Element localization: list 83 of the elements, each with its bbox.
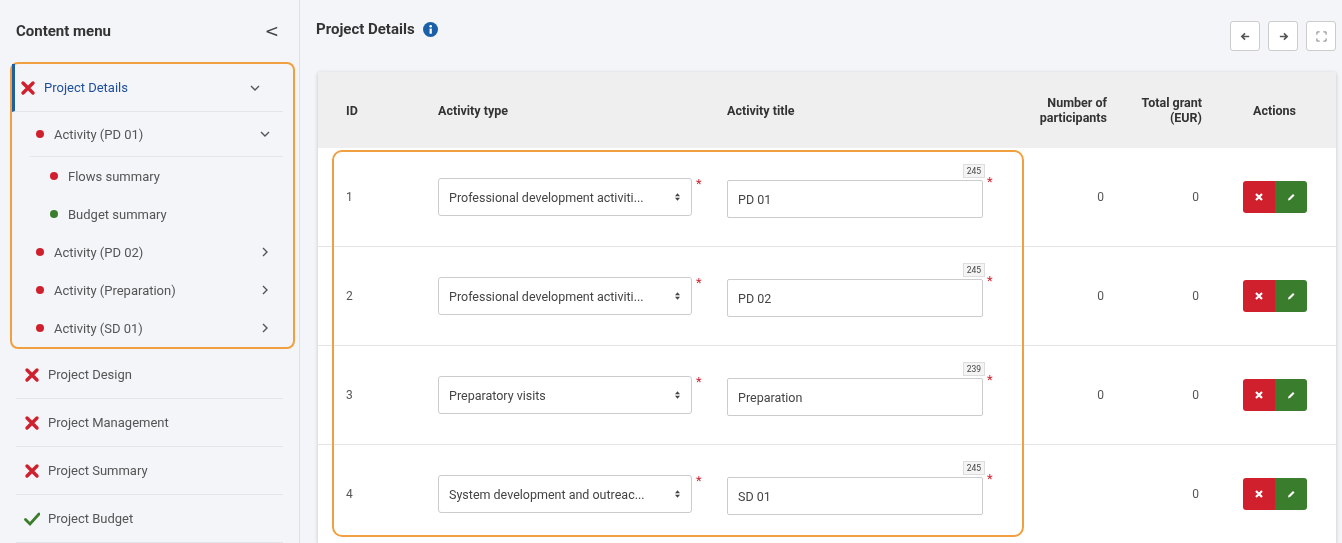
pencil-icon <box>1285 489 1296 499</box>
check-icon <box>24 510 40 527</box>
cross-icon <box>24 462 40 479</box>
close-icon <box>1253 489 1264 499</box>
required-mark: * <box>987 273 993 288</box>
table-cell: 0 <box>1097 388 1104 402</box>
table-cell: 0 <box>1192 388 1199 402</box>
table-cell: 0 <box>1097 289 1104 303</box>
edit-button[interactable] <box>1274 280 1307 312</box>
select-field[interactable]: Professional development activiti... <box>438 178 692 216</box>
column-header: ID <box>345 102 359 118</box>
required-mark: * <box>696 374 702 389</box>
sort-icon <box>674 390 681 400</box>
close-icon <box>1253 192 1264 202</box>
column-header: Activity title <box>726 102 796 118</box>
table-cell-text: 3 <box>345 388 354 402</box>
edit-button[interactable] <box>1274 181 1307 213</box>
input-field[interactable]: PD 02 <box>727 279 983 317</box>
menu-item[interactable]: Project Design <box>16 351 283 399</box>
collapse-button[interactable]: < <box>260 21 283 41</box>
column-header: Number of participants <box>1038 95 1108 125</box>
character-counter: 245 <box>962 461 985 475</box>
submenu-item[interactable]: Activity (PD 01) <box>30 112 283 157</box>
table-cell-text: 1 <box>345 190 354 204</box>
pencil-icon <box>1285 291 1296 301</box>
close-icon <box>1253 390 1264 400</box>
submenu-item[interactable]: Activity (PD 02) <box>12 233 293 271</box>
sort-icon <box>674 489 681 499</box>
delete-button[interactable] <box>1242 379 1275 411</box>
submenu-item[interactable]: Budget summary <box>12 195 293 233</box>
sort-icon <box>674 192 681 202</box>
table-cell: 0 <box>1097 190 1104 204</box>
pencil-icon <box>1285 192 1296 202</box>
pencil-icon <box>1285 390 1296 400</box>
delete-button[interactable] <box>1242 478 1275 510</box>
info-icon[interactable] <box>422 21 438 37</box>
page-title: Project Details <box>316 20 415 38</box>
column-header: Total grant (EUR) <box>1140 95 1203 125</box>
character-counter: 245 <box>962 263 985 277</box>
previous-button[interactable] <box>1230 21 1260 51</box>
table-cell: 0 <box>1192 190 1199 204</box>
menu-item[interactable]: Project Budget <box>16 495 283 543</box>
input-field[interactable]: PD 01 <box>727 180 983 218</box>
submenu-item[interactable]: Activity (SD 01) <box>12 309 293 347</box>
submenu-item[interactable]: Flows summary <box>12 157 293 195</box>
select-field[interactable]: Professional development activiti... <box>438 277 692 315</box>
fullscreen-button[interactable] <box>1306 21 1336 51</box>
submenu-item[interactable]: Activity (Preparation) <box>12 271 293 309</box>
menu-item[interactable]: Project Summary <box>16 447 283 495</box>
close-icon <box>1253 291 1264 301</box>
required-mark: * <box>696 275 702 290</box>
input-field[interactable]: SD 01 <box>727 477 983 515</box>
column-header: Actions <box>1252 102 1297 118</box>
required-mark: * <box>987 372 993 387</box>
required-mark: * <box>987 471 993 486</box>
required-mark: * <box>987 174 993 189</box>
sort-icon <box>674 291 681 301</box>
edit-button[interactable] <box>1274 379 1307 411</box>
cross-icon <box>24 366 40 383</box>
arrow-left-icon <box>1239 30 1251 42</box>
delete-button[interactable] <box>1242 280 1275 312</box>
table-cell-text: 4 <box>345 487 354 501</box>
character-counter: 245 <box>962 164 985 178</box>
expand-icon <box>1315 30 1327 42</box>
table-cell-text: 2 <box>345 289 354 303</box>
select-field[interactable]: Preparatory visits <box>438 376 692 414</box>
required-mark: * <box>696 176 702 191</box>
menu-item[interactable]: Project Details <box>12 64 283 112</box>
table-cell: 0 <box>1192 487 1199 501</box>
menu-item[interactable]: Project Management <box>16 399 283 447</box>
cross-icon <box>20 79 36 96</box>
cross-icon <box>24 414 40 431</box>
table-cell: 0 <box>1192 289 1199 303</box>
required-mark: * <box>696 473 702 488</box>
input-field[interactable]: Preparation <box>727 378 983 416</box>
character-counter: 239 <box>962 362 985 376</box>
edit-button[interactable] <box>1274 478 1307 510</box>
column-header: Activity type <box>437 102 510 118</box>
next-button[interactable] <box>1268 21 1298 51</box>
delete-button[interactable] <box>1242 181 1275 213</box>
select-field[interactable]: System development and outreac... <box>438 475 692 513</box>
arrow-right-icon <box>1277 30 1289 42</box>
sidebar-title: Content menu <box>16 22 111 40</box>
